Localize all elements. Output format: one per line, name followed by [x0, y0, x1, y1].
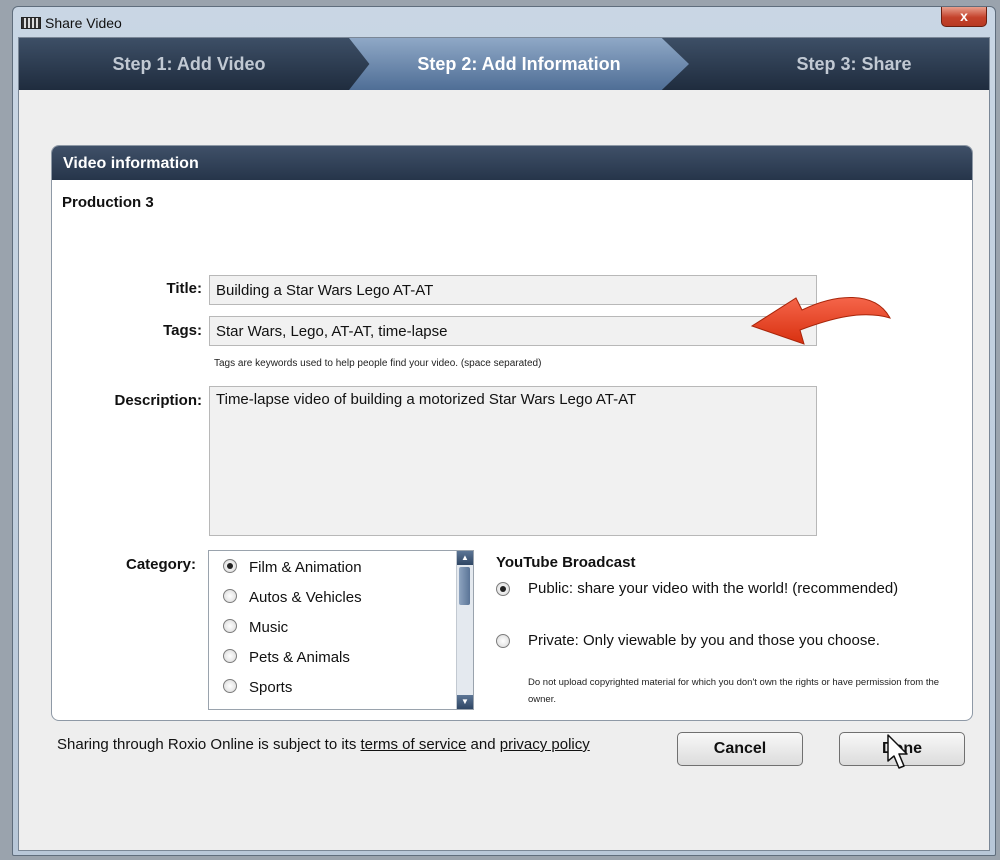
radio-icon: [223, 679, 237, 694]
youtube-broadcast-title: YouTube Broadcast: [496, 554, 636, 571]
clapperboard-icon: [21, 17, 41, 29]
dialog-client-area: Step 1: Add Video Step 2: Add Informatio…: [18, 37, 990, 851]
mouse-pointer-icon: [887, 734, 908, 769]
title-bar: Share Video x: [13, 7, 995, 37]
terms-of-service-link[interactable]: terms of service: [361, 736, 467, 753]
category-item-music[interactable]: Music: [223, 619, 288, 643]
public-option-label: Public: share your video with the world!…: [528, 580, 899, 597]
radio-icon: [223, 589, 237, 604]
radio-icon: [223, 649, 237, 664]
step-1-add-video[interactable]: Step 1: Add Video: [79, 38, 299, 90]
category-scrollbar[interactable]: ▲ ▼: [456, 551, 473, 709]
video-information-panel: Video information Production 3 Title: Ta…: [51, 145, 973, 721]
radio-selected-icon: [496, 582, 510, 596]
step-2-add-information[interactable]: Step 2: Add Information: [349, 38, 689, 90]
category-item-autos-vehicles[interactable]: Autos & Vehicles: [223, 589, 362, 613]
category-item-sports[interactable]: Sports: [223, 679, 292, 703]
step-navigation: Step 1: Add Video Step 2: Add Informatio…: [19, 38, 989, 90]
terms-notice: Sharing through Roxio Online is subject …: [57, 736, 590, 753]
share-video-window: Share Video x Step 1: Add Video Step 2: …: [12, 6, 996, 856]
production-name: Production 3: [62, 194, 154, 211]
public-option[interactable]: Public: share your video with the world!…: [492, 578, 912, 622]
tags-input[interactable]: [209, 316, 817, 346]
cancel-button[interactable]: Cancel: [677, 732, 803, 766]
privacy-policy-link[interactable]: privacy policy: [500, 736, 590, 753]
tags-label: Tags:: [163, 322, 202, 339]
step-3-share[interactable]: Step 3: Share: [739, 38, 969, 90]
category-listbox[interactable]: Film & Animation Autos & Vehicles Music …: [208, 550, 474, 710]
scroll-down-icon[interactable]: ▼: [457, 695, 473, 709]
radio-icon: [496, 634, 510, 648]
private-option-label: Private: Only viewable by you and those …: [528, 632, 880, 649]
close-button[interactable]: x: [941, 7, 987, 27]
category-label: Category:: [125, 556, 196, 573]
scroll-thumb[interactable]: [459, 567, 470, 605]
tags-hint: Tags are keywords used to help people fi…: [214, 358, 542, 369]
panel-header: Video information: [52, 146, 972, 180]
title-input[interactable]: [209, 275, 817, 305]
description-label: Description:: [114, 392, 202, 409]
category-item-pets-animals[interactable]: Pets & Animals: [223, 649, 350, 673]
radio-selected-icon: [223, 559, 237, 574]
title-label: Title:: [166, 280, 202, 297]
window-title: Share Video: [45, 15, 122, 31]
scroll-up-icon[interactable]: ▲: [457, 551, 473, 565]
category-item-film-animation[interactable]: Film & Animation: [223, 559, 362, 583]
description-textarea[interactable]: Time-lapse video of building a motorized…: [209, 386, 817, 536]
radio-icon: [223, 619, 237, 634]
copyright-note: Do not upload copyrighted material for w…: [528, 677, 940, 705]
red-curved-arrow-icon: [750, 296, 892, 345]
private-option[interactable]: Private: Only viewable by you and those …: [492, 630, 912, 674]
